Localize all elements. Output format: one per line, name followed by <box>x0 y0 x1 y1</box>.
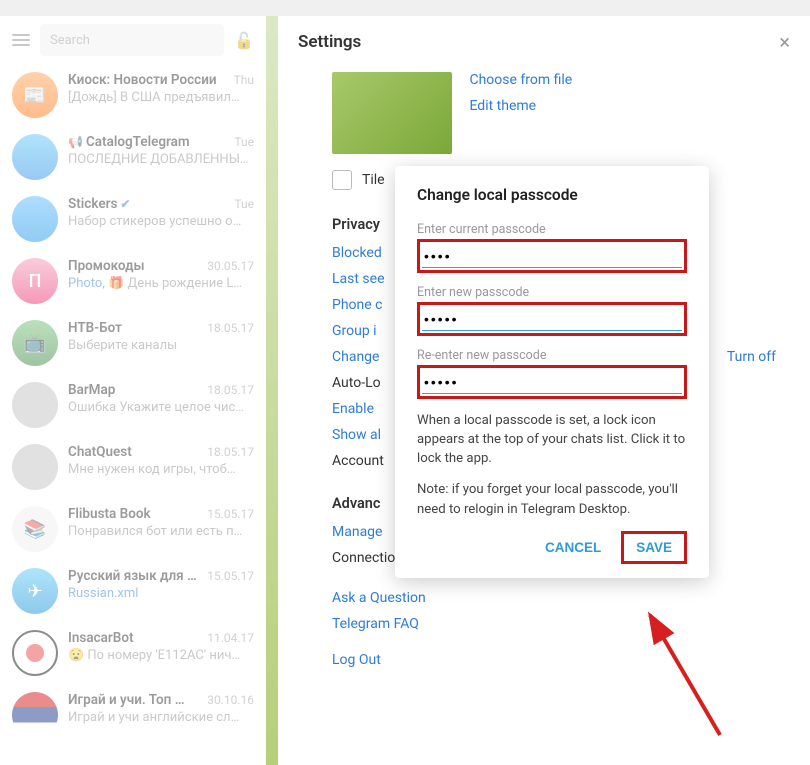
phone-link[interactable]: Phone c <box>332 297 382 313</box>
chat-preview: 😧 По номеру 'E112AC' нич… <box>68 648 254 663</box>
edit-theme-link[interactable]: Edit theme <box>469 98 572 114</box>
enable-link[interactable]: Enable <box>332 401 374 417</box>
chat-name: Flibusta Book <box>68 506 151 522</box>
chat-date: 30.05.17 <box>207 259 254 273</box>
avatar: П <box>12 258 58 304</box>
new-passcode-input[interactable] <box>422 307 682 331</box>
cancel-button[interactable]: CANCEL <box>535 532 611 563</box>
last-seen-link[interactable]: Last see <box>332 271 385 287</box>
chat-name: Русский язык для … <box>68 568 197 584</box>
chat-date: 15.05.17 <box>207 569 254 583</box>
close-icon[interactable]: × <box>779 30 790 54</box>
highlight-box <box>417 239 687 273</box>
avatar: 📚 <box>12 506 58 552</box>
chat-date: 18.05.17 <box>207 383 254 397</box>
chat-sidebar: Search 🔓 📰 Киоск: Новости России Thu [Дождь… <box>0 16 266 765</box>
chat-item[interactable]: Stickers ✔ Tue Набор стикеров успешно о… <box>0 188 266 250</box>
choose-from-file-link[interactable]: Choose from file <box>469 72 572 88</box>
modal-info-text-1: When a local passcode is set, a lock ico… <box>417 411 687 468</box>
chat-name: ChatQuest <box>68 444 132 460</box>
avatar <box>12 196 58 242</box>
search-input[interactable]: Search <box>40 24 224 56</box>
chat-date: 18.05.17 <box>207 321 254 335</box>
chat-date: Tue <box>234 135 254 149</box>
wallpaper-strip <box>266 16 278 765</box>
chat-item[interactable]: 📺 НТВ-Бот 18.05.17 Выберите каналы <box>0 312 266 374</box>
chat-date: 15.05.17 <box>207 507 254 521</box>
chat-name: НТВ-Бот <box>68 320 122 336</box>
settings-title: Settings <box>298 32 361 52</box>
chat-item[interactable]: 📰 Киоск: Новости России Thu [Дождь] В США п… <box>0 64 266 126</box>
avatar: ✈ <box>12 568 58 614</box>
log-out-link[interactable]: Log Out <box>332 652 381 668</box>
reenter-passcode-input[interactable] <box>422 370 682 394</box>
chat-preview: Выберите каналы <box>68 338 254 353</box>
wallpaper-preview[interactable] <box>332 72 452 154</box>
avatar: 📰 <box>12 72 58 118</box>
show-all-sessions-link[interactable]: Show al <box>332 427 381 443</box>
chat-item[interactable]: П Промокоды 30.05.17 Photo, 🎁 День рождение… <box>0 250 266 312</box>
manage-storage-link[interactable]: Manage <box>332 524 382 540</box>
avatar: 📺 <box>12 320 58 366</box>
chat-name: 📢CatalogTelegram <box>68 134 190 150</box>
menu-icon[interactable] <box>12 34 30 46</box>
group-invites-link[interactable]: Group i <box>332 323 377 339</box>
avatar <box>12 630 58 676</box>
blocked-users-link[interactable]: Blocked <box>332 245 382 261</box>
ask-question-link[interactable]: Ask a Question <box>332 590 426 606</box>
chat-date: Thu <box>234 73 254 87</box>
modal-info-text-2: Note: if you forget your local passcode,… <box>417 480 687 518</box>
avatar <box>12 382 58 428</box>
modal-title: Change local passcode <box>417 186 687 204</box>
current-passcode-input[interactable] <box>422 244 682 268</box>
chat-preview: Набор стикеров успешно о… <box>68 214 254 229</box>
avatar <box>12 444 58 490</box>
highlight-box <box>417 302 687 336</box>
change-passcode-link[interactable]: Change <box>332 349 379 365</box>
chat-name: Stickers ✔ <box>68 196 130 212</box>
chat-preview: Russian.xml <box>68 586 254 601</box>
change-passcode-modal: Change local passcode Enter current pass… <box>395 166 709 578</box>
chat-name: Играй и учи. Топ … <box>68 692 184 708</box>
chat-date: Tue <box>234 197 254 211</box>
chat-item[interactable]: ✈ Русский язык для … 15.05.17 Russian.xml <box>0 560 266 622</box>
chat-preview: Photo, 🎁 День рождение L… <box>68 276 254 291</box>
chat-name: Промокоды <box>68 258 145 274</box>
chat-name: Киоск: Новости России <box>68 72 217 88</box>
chat-preview: [Дождь] В США предъявил… <box>68 90 254 105</box>
chat-preview: Понравился бот или есть п… <box>68 524 254 539</box>
tile-checkbox[interactable] <box>332 170 352 190</box>
chat-item[interactable]: ChatQuest 18.05.17 Мне нужен код игры, что… <box>0 436 266 498</box>
highlight-box: SAVE <box>621 531 687 564</box>
current-passcode-label: Enter current passcode <box>417 222 687 237</box>
chat-date: 11.04.17 <box>207 631 254 645</box>
avatar <box>12 134 58 180</box>
chat-preview: Ошибка Укажите целое чис… <box>68 400 254 415</box>
highlight-box <box>417 365 687 399</box>
window-titlebar <box>0 0 810 16</box>
chat-date: 30.10.16 <box>207 693 254 707</box>
chat-preview: Мне нужен код игры, чтоб… <box>68 462 254 477</box>
chat-preview: Играй и учи английские сл… <box>68 710 254 725</box>
lock-icon[interactable]: 🔓 <box>234 31 254 50</box>
chat-item[interactable]: 📢CatalogTelegram Tue ПОСЛЕДНИЕ ДОБАВЛЕННЫ… <box>0 126 266 188</box>
chat-name: BarMap <box>68 382 115 398</box>
chat-item[interactable]: InsacarBot 11.04.17 😧 По номеру 'E112AC' н… <box>0 622 266 684</box>
reenter-passcode-label: Re-enter new passcode <box>417 348 687 363</box>
chat-preview: ПОСЛЕДНИЕ ДОБАВЛЕННЫ… <box>68 152 254 167</box>
tile-label: Tile <box>362 172 385 188</box>
chat-date: 18.05.17 <box>207 445 254 459</box>
new-passcode-label: Enter new passcode <box>417 285 687 300</box>
save-button[interactable]: SAVE <box>628 536 680 559</box>
chat-item[interactable]: Играй и учи. Топ … 30.10.16 Играй и учи ан… <box>0 684 266 746</box>
turn-off-link[interactable]: Turn off <box>727 349 776 365</box>
chat-name: InsacarBot <box>68 630 134 646</box>
chat-item[interactable]: 📚 Flibusta Book 15.05.17 Понравился бот или… <box>0 498 266 560</box>
telegram-faq-link[interactable]: Telegram FAQ <box>332 616 419 632</box>
avatar <box>12 692 58 738</box>
chat-item[interactable]: BarMap 18.05.17 Ошибка Укажите целое чис… <box>0 374 266 436</box>
